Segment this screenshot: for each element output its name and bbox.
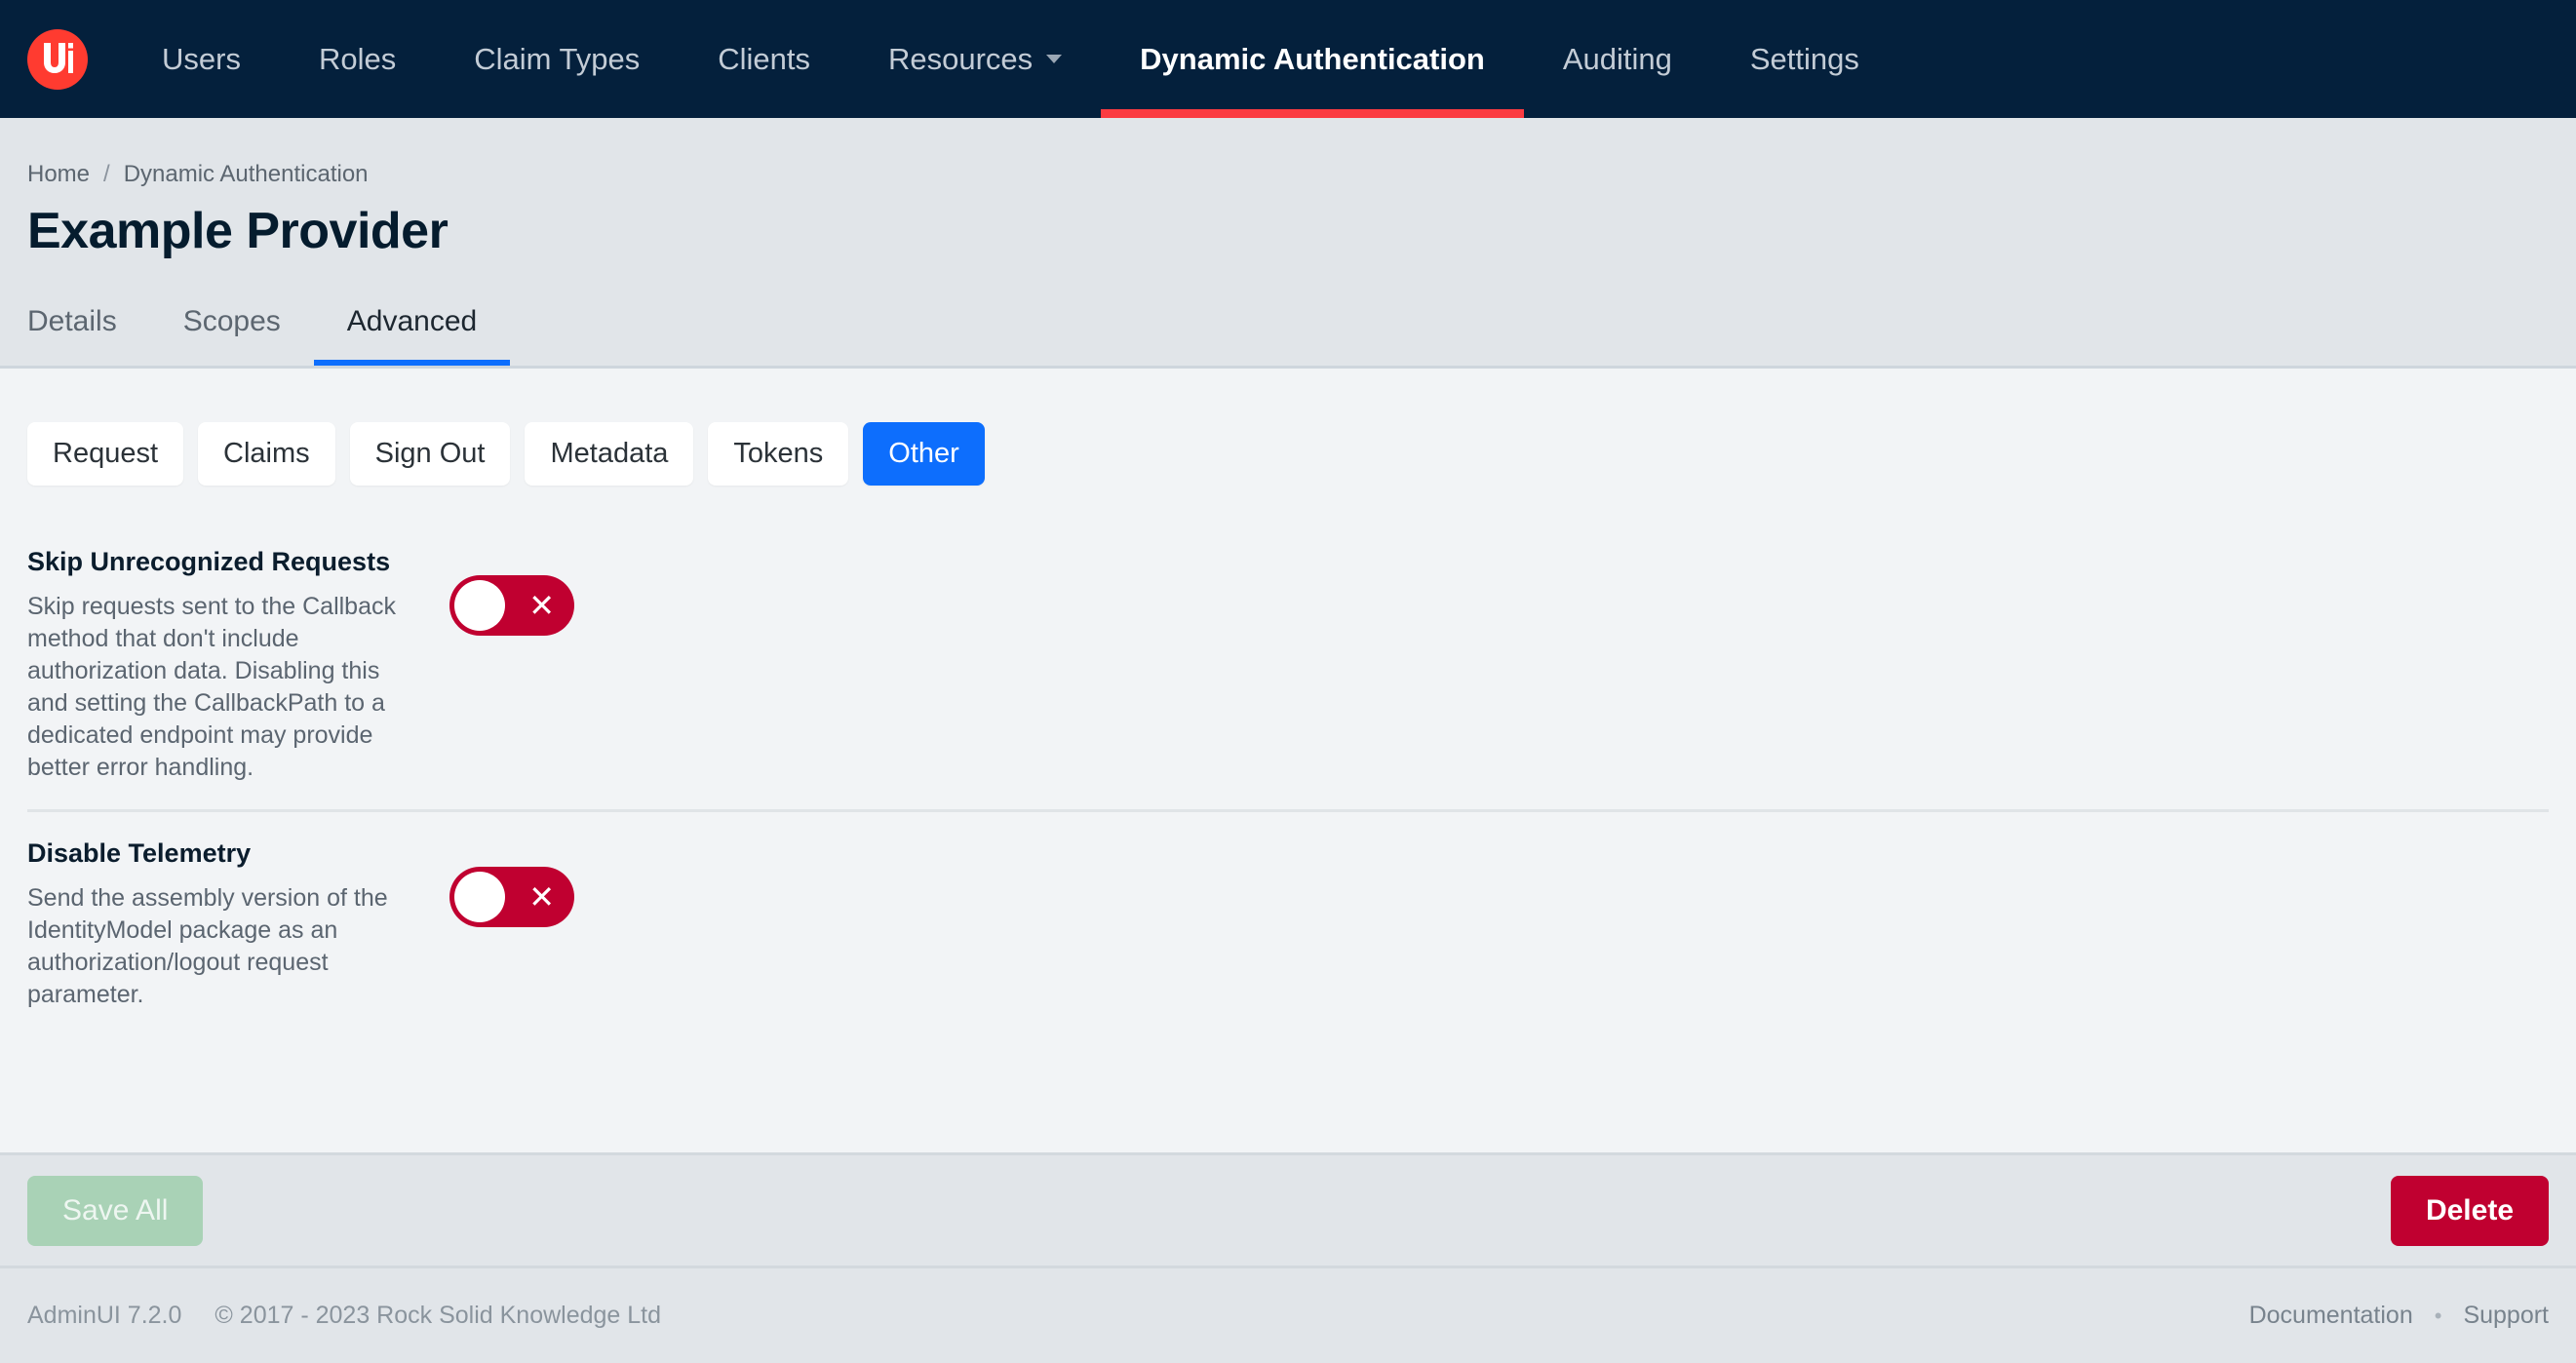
setting-description: Skip requests sent to the Callback metho… <box>27 593 396 781</box>
toggle-knob <box>454 872 505 922</box>
close-icon: ✕ <box>528 878 555 915</box>
tab-label: Details <box>27 305 117 337</box>
settings-list: Skip Unrecognized Requests Skip requests… <box>27 529 2549 1036</box>
nav-item-roles[interactable]: Roles <box>280 0 435 118</box>
segment-button-metadata[interactable]: Metadata <box>525 422 694 486</box>
nav-item-label: Settings <box>1749 41 1859 76</box>
nav-item-label: Roles <box>318 41 397 76</box>
nav-item-label: Clients <box>718 41 810 76</box>
chevron-down-icon <box>1046 55 1063 63</box>
toggle-knob <box>454 580 505 631</box>
tab-label: Advanced <box>346 305 478 337</box>
close-icon: ✕ <box>528 587 555 624</box>
page-footer: AdminUI 7.2.0 © 2017 - 2023 Rock Solid K… <box>0 1266 2576 1363</box>
action-bar: Save All Delete <box>0 1152 2576 1266</box>
segment-button-request[interactable]: Request <box>27 422 184 486</box>
nav-item-users[interactable]: Users <box>123 0 280 118</box>
nav-item-label: Resources <box>887 41 1034 76</box>
nav-item-auditing[interactable]: Auditing <box>1524 0 1711 118</box>
nav-item-settings[interactable]: Settings <box>1711 0 1898 118</box>
setting-text-block: Disable Telemetry Send the assembly vers… <box>27 838 403 1011</box>
application-window: Users Roles Claim Types Clients Resource… <box>0 0 2576 1363</box>
main-content: Request Claims Sign Out Metadata Tokens … <box>0 369 2576 1152</box>
footer-separator: • <box>2434 1303 2442 1328</box>
toggle-disable-telemetry[interactable]: ✕ <box>449 867 574 927</box>
setting-control-cell: ✕ <box>403 838 574 955</box>
page-title: Example Provider <box>27 203 449 259</box>
setting-row-skip-unrecognized-requests: Skip Unrecognized Requests Skip requests… <box>27 529 2549 809</box>
breadcrumb-current: Dynamic Authentication <box>123 161 369 187</box>
breadcrumb-link-home[interactable]: Home <box>27 161 90 188</box>
segment-button-claims[interactable]: Claims <box>198 422 335 486</box>
nav-item-clients[interactable]: Clients <box>679 0 849 118</box>
tab-details[interactable]: Details <box>27 295 150 366</box>
nav-items-list: Users Roles Claim Types Clients Resource… <box>123 0 1898 118</box>
nav-item-label: Auditing <box>1562 41 1672 76</box>
setting-row-disable-telemetry: Disable Telemetry Send the assembly vers… <box>27 809 2549 1036</box>
copyright-text: © 2017 - 2023 Rock Solid Knowledge Ltd <box>215 1302 662 1329</box>
setting-text-block: Skip Unrecognized Requests Skip requests… <box>27 547 403 784</box>
page-header: Home / Dynamic Authentication Example Pr… <box>0 118 2576 369</box>
segment-button-sign-out[interactable]: Sign Out <box>349 422 511 486</box>
main-navigation-bar: Users Roles Claim Types Clients Resource… <box>0 0 2576 118</box>
setting-title: Skip Unrecognized Requests <box>27 547 391 576</box>
support-link[interactable]: Support <box>2463 1302 2549 1330</box>
setting-control-cell: ✕ <box>403 547 574 664</box>
tab-advanced[interactable]: Advanced <box>313 295 511 366</box>
segment-button-other[interactable]: Other <box>863 422 985 486</box>
documentation-link[interactable]: Documentation <box>2249 1302 2413 1330</box>
nav-item-claim-types[interactable]: Claim Types <box>435 0 679 118</box>
nav-item-label: Dynamic Authentication <box>1140 41 1485 76</box>
nav-item-dynamic-authentication[interactable]: Dynamic Authentication <box>1101 0 1524 118</box>
app-version: AdminUI 7.2.0 <box>27 1302 182 1329</box>
nav-item-label: Claim Types <box>474 41 641 76</box>
page-tabs: Details Scopes Advanced <box>27 295 511 366</box>
nav-item-resources[interactable]: Resources <box>849 0 1101 118</box>
setting-description: Send the assembly version of the Identit… <box>27 884 388 1008</box>
footer-right-group: Documentation • Support <box>2249 1302 2549 1330</box>
footer-left-group: AdminUI 7.2.0 © 2017 - 2023 Rock Solid K… <box>27 1302 661 1330</box>
toggle-skip-unrecognized-requests[interactable]: ✕ <box>449 575 574 636</box>
breadcrumb: Home / Dynamic Authentication <box>27 118 2549 188</box>
tab-scopes[interactable]: Scopes <box>150 295 314 366</box>
advanced-section-switcher: Request Claims Sign Out Metadata Tokens … <box>27 369 2549 486</box>
delete-button[interactable]: Delete <box>2390 1175 2549 1246</box>
breadcrumb-separator: / <box>103 161 110 187</box>
segment-button-tokens[interactable]: Tokens <box>708 422 849 486</box>
nav-item-label: Users <box>162 41 241 76</box>
save-all-button[interactable]: Save All <box>27 1175 204 1246</box>
adminui-logo-icon <box>27 28 88 90</box>
tab-label: Scopes <box>182 305 281 337</box>
brand-logo[interactable] <box>0 0 123 118</box>
setting-title: Disable Telemetry <box>27 838 252 868</box>
